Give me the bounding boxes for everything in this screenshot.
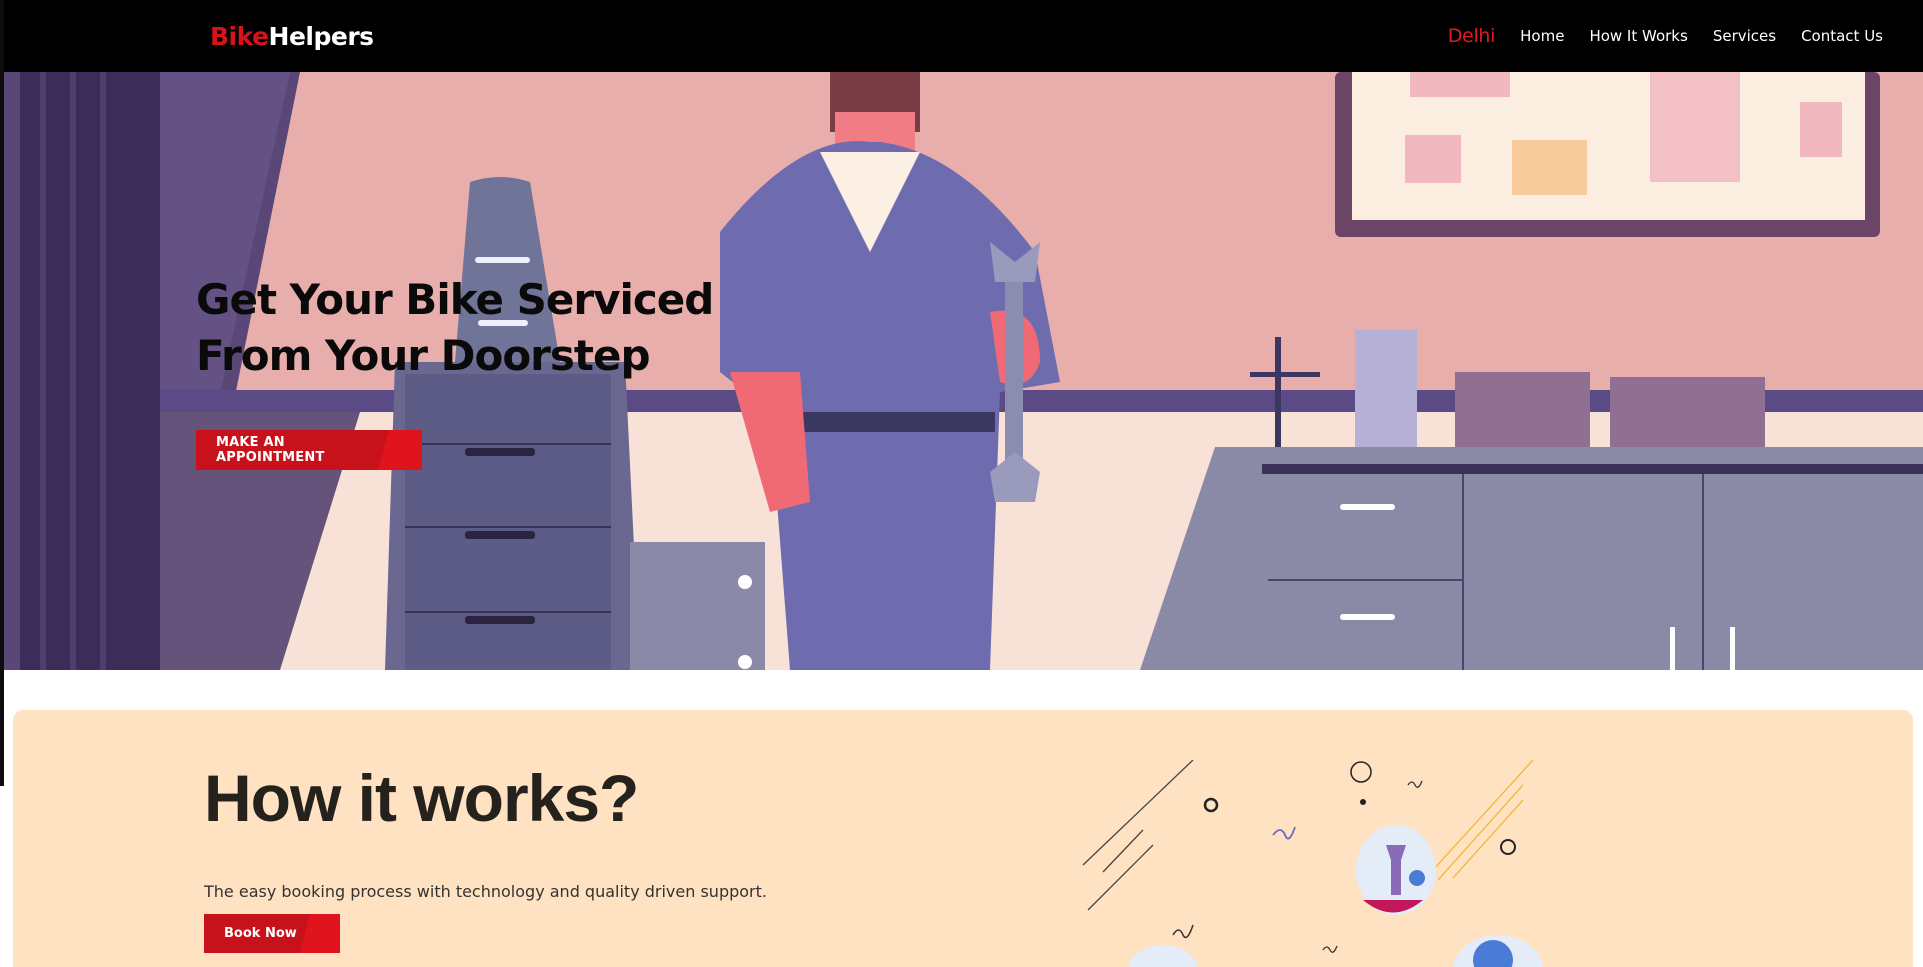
hero-title-line1: Get Your Bike Serviced: [196, 275, 714, 324]
hero-title-line2: From Your Doorstep: [196, 331, 651, 380]
how-it-works-description: The easy booking process with technology…: [204, 882, 767, 901]
make-appointment-label: MAKE AN APPOINTMENT: [216, 435, 325, 465]
book-now-button[interactable]: Book Now: [204, 914, 340, 953]
how-it-works-title: How it works?: [204, 761, 639, 835]
arrow-right-icon: [300, 914, 340, 953]
site-logo[interactable]: BikeHelpers: [210, 22, 374, 51]
top-navbar: BikeHelpers Delhi Home How It Works Serv…: [0, 0, 1923, 72]
page: Get Your Bike Serviced From Your Doorste…: [0, 0, 1923, 967]
hero-title: Get Your Bike Serviced From Your Doorste…: [196, 272, 714, 384]
hero-section: Get Your Bike Serviced From Your Doorste…: [0, 72, 1923, 670]
book-now-label: Book Now: [224, 926, 297, 941]
nav-home[interactable]: Home: [1520, 27, 1564, 45]
nav-how-it-works[interactable]: How It Works: [1589, 27, 1687, 45]
tools-illustration: [1082, 760, 1543, 967]
nav-services[interactable]: Services: [1713, 27, 1776, 45]
main-nav: Delhi Home How It Works Services Contact…: [1448, 0, 1883, 72]
left-edge-bar: [0, 0, 4, 786]
arrow-right-icon: [378, 430, 422, 470]
city-selector[interactable]: Delhi: [1448, 25, 1496, 47]
make-appointment-button[interactable]: MAKE AN APPOINTMENT: [196, 430, 422, 470]
nav-contact-us[interactable]: Contact Us: [1801, 27, 1883, 45]
logo-part-bike: Bike: [210, 22, 269, 51]
logo-part-helpers: Helpers: [268, 22, 375, 51]
how-it-works-section: How it works? The easy booking process w…: [13, 710, 1913, 967]
